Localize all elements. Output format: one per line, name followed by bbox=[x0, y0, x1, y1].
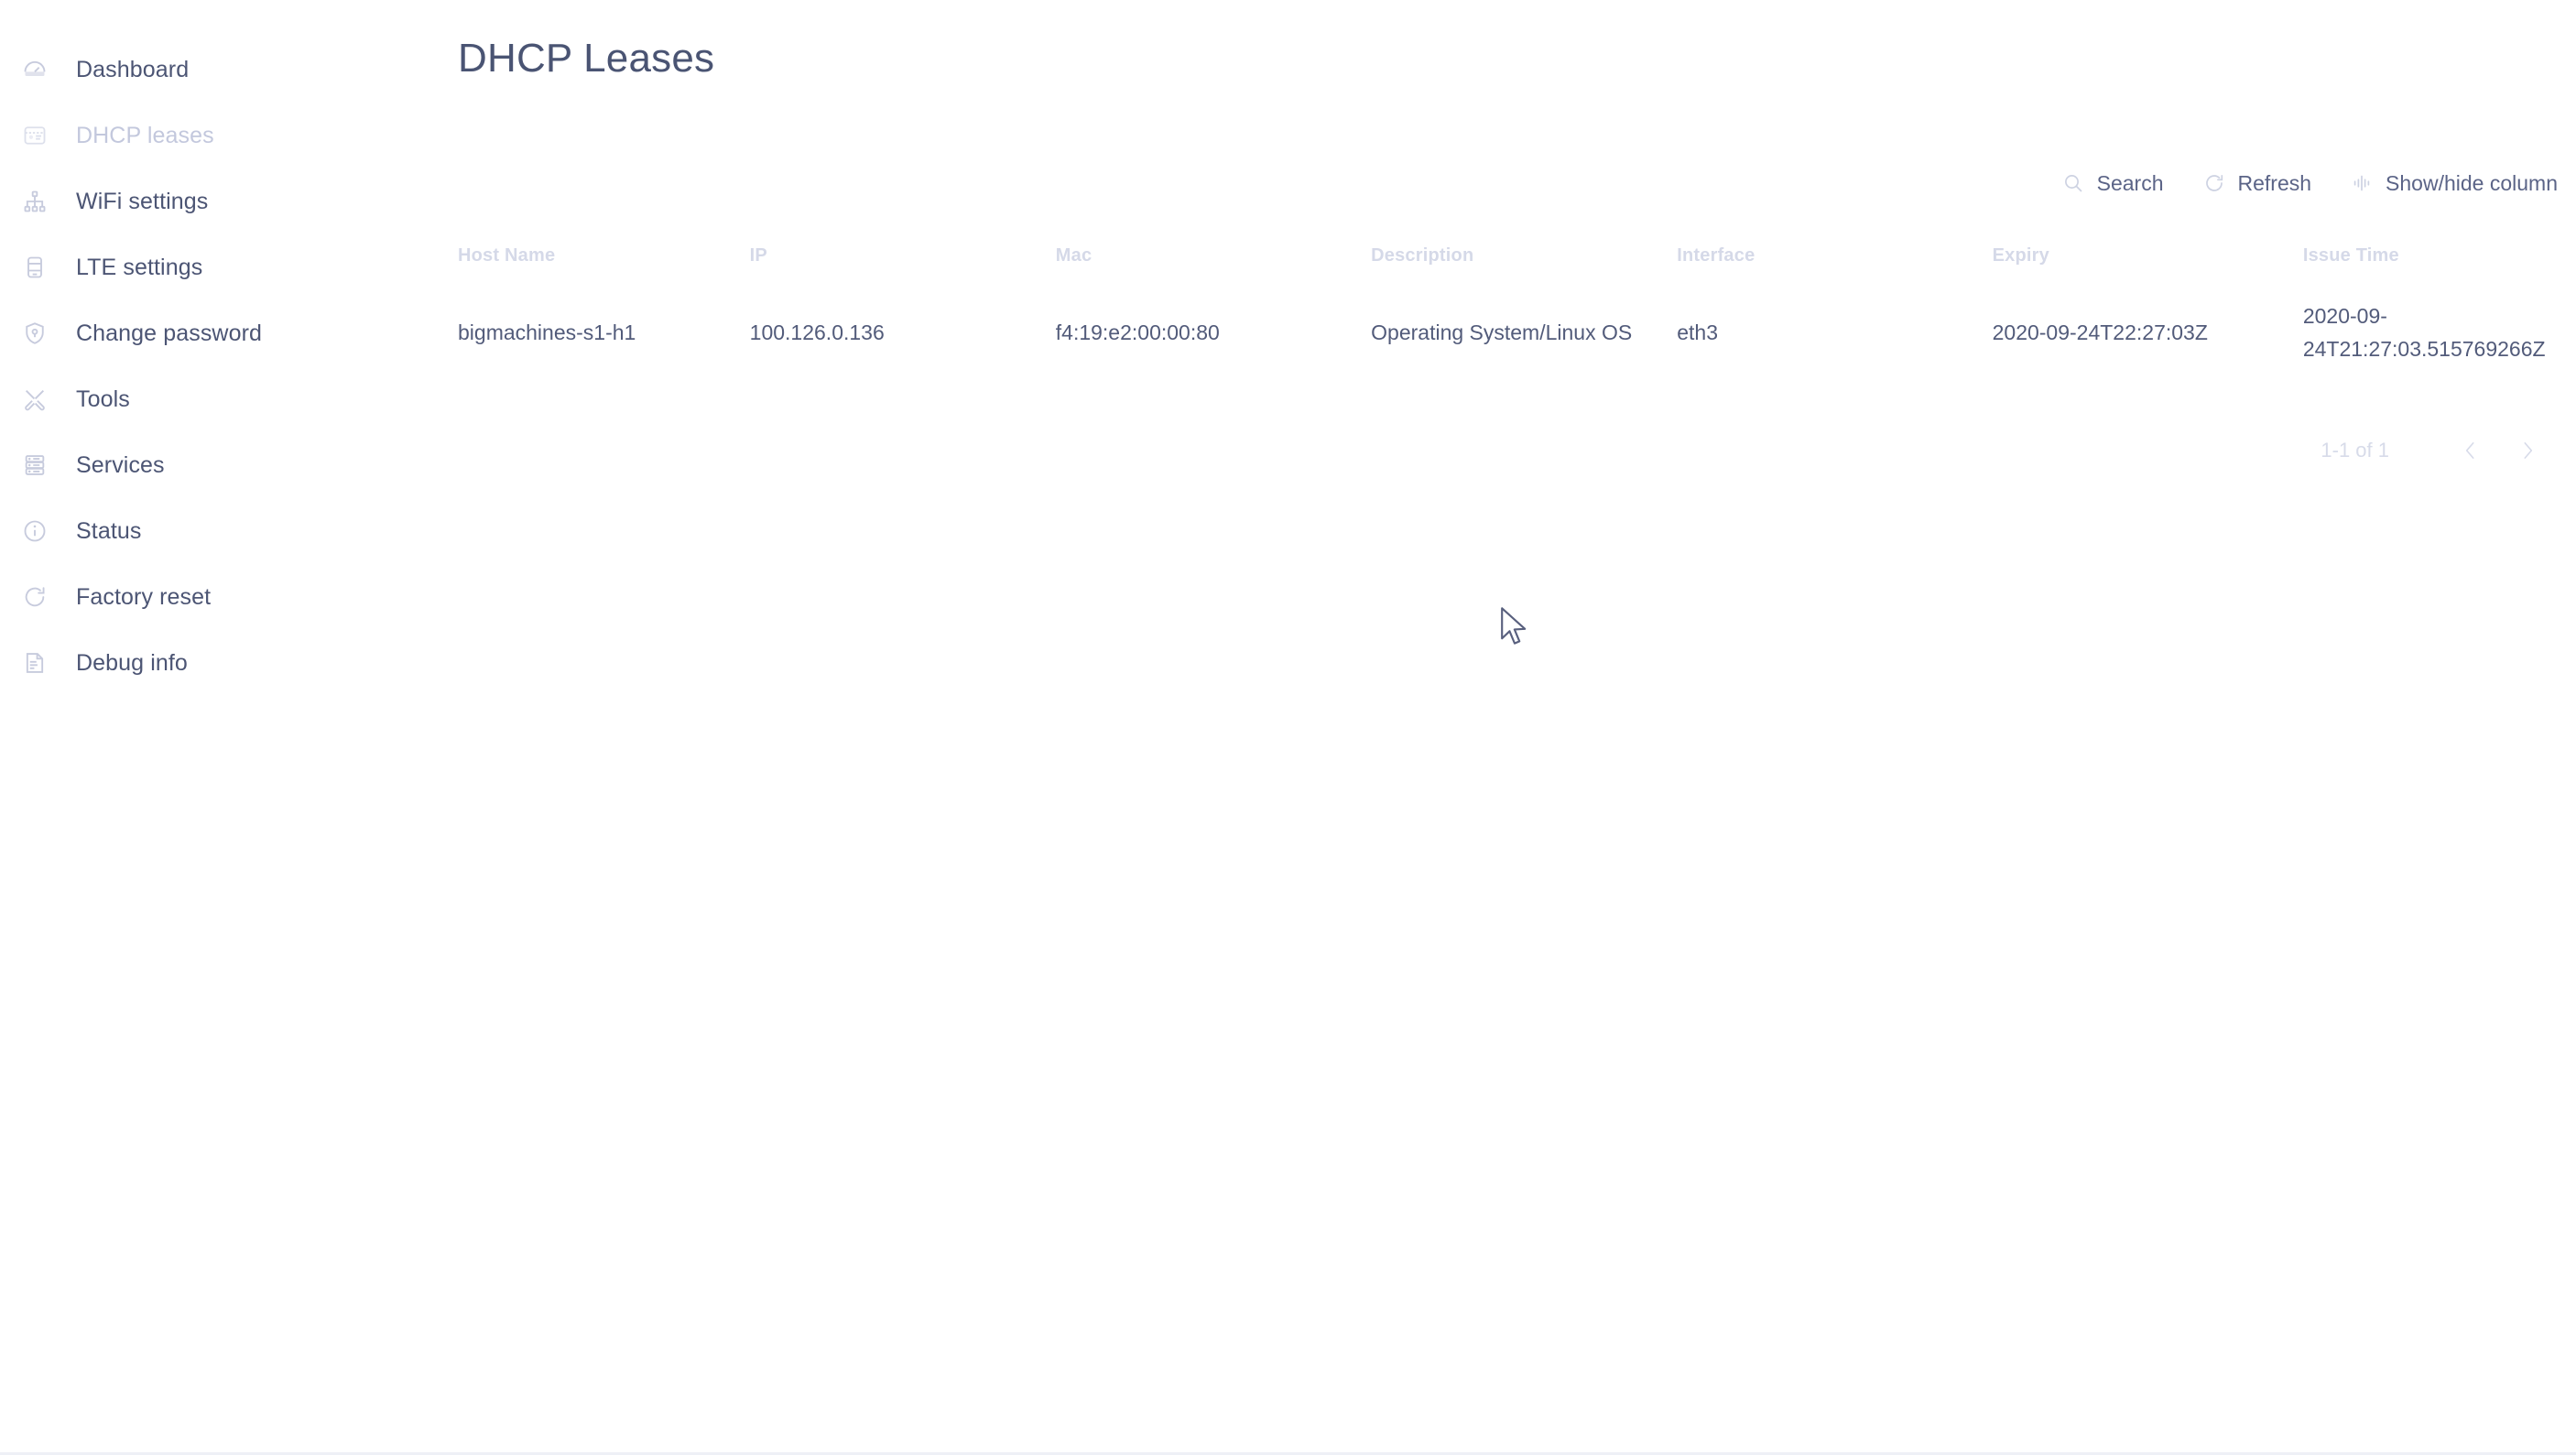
column-header-issue-time[interactable]: Issue Time bbox=[2303, 234, 2576, 277]
table-body: bigmachines-s1-h1 100.126.0.136 f4:19:e2… bbox=[458, 277, 2576, 389]
column-header-ip[interactable]: IP bbox=[750, 234, 1056, 277]
column-header-expiry[interactable]: Expiry bbox=[1993, 234, 2303, 277]
sidebar-item-label: Factory reset bbox=[76, 583, 212, 610]
page-title: DHCP Leases bbox=[458, 36, 715, 81]
sitemap-icon bbox=[18, 189, 51, 214]
cell-expiry: 2020-09-24T22:27:03Z bbox=[1992, 320, 2208, 344]
column-header-description[interactable]: Description bbox=[1371, 234, 1677, 277]
cell-host-name: bigmachines-s1-h1 bbox=[458, 320, 636, 344]
main-content: DHCP Leases Search Refresh Show/hide col… bbox=[458, 0, 2576, 1455]
sidebar-item-label: Change password bbox=[76, 320, 263, 346]
refresh-icon bbox=[2202, 171, 2226, 195]
sidebar-item-label: WiFi settings bbox=[76, 188, 209, 214]
sidebar-item-label: DHCP leases bbox=[76, 122, 214, 148]
pagination-range: 1-1 of 1 bbox=[2321, 439, 2389, 462]
app-root: Dashboard DHCP leases WiFi settings LTE … bbox=[0, 0, 2576, 1455]
chevron-left-icon bbox=[2459, 439, 2483, 462]
sidebar-item-status[interactable]: Status bbox=[0, 498, 458, 564]
cell-mac: f4:19:e2:00:00:80 bbox=[1055, 320, 1220, 344]
sidebar-item-factory-reset[interactable]: Factory reset bbox=[0, 564, 458, 630]
sidebar-item-debug-info[interactable]: Debug info bbox=[0, 630, 458, 696]
show-hide-column-label: Show/hide column bbox=[2386, 170, 2558, 195]
sidebar-item-label: Services bbox=[76, 451, 165, 478]
sidebar-item-dashboard[interactable]: Dashboard bbox=[0, 37, 458, 103]
sidebar-item-label: Debug info bbox=[76, 649, 188, 676]
sidebar-item-dhcp-leases[interactable]: DHCP leases bbox=[0, 103, 458, 168]
id-card-icon bbox=[18, 123, 51, 148]
sidebar-nav: Dashboard DHCP leases WiFi settings LTE … bbox=[0, 0, 458, 1455]
server-icon bbox=[18, 452, 51, 478]
table-row[interactable]: bigmachines-s1-h1 100.126.0.136 f4:19:e2… bbox=[458, 277, 2576, 389]
show-hide-column-button[interactable]: Show/hide column bbox=[2350, 171, 2558, 195]
info-circle-icon bbox=[18, 518, 51, 544]
shield-lock-icon bbox=[18, 320, 51, 346]
pagination-next-button[interactable] bbox=[2499, 428, 2556, 473]
sidebar-item-lte-settings[interactable]: LTE settings bbox=[0, 234, 458, 300]
debug-note-icon bbox=[18, 650, 51, 676]
cell-interface: eth3 bbox=[1677, 320, 1718, 344]
sidebar-item-change-password[interactable]: Change password bbox=[0, 300, 458, 366]
cell-ip: 100.126.0.136 bbox=[749, 320, 885, 344]
table-toolbar: Search Refresh Show/hide column bbox=[458, 165, 2576, 201]
search-button-label: Search bbox=[2096, 170, 2164, 195]
gauge-icon bbox=[18, 57, 51, 82]
leases-table-card: Search Refresh Show/hide column Host Nam… bbox=[458, 165, 2576, 473]
column-header-interface[interactable]: Interface bbox=[1677, 234, 1992, 277]
table-header-row: Host Name IP Mac Description Interface E… bbox=[458, 234, 2576, 277]
column-header-host-name[interactable]: Host Name bbox=[458, 234, 750, 277]
mobile-device-icon bbox=[18, 255, 51, 280]
pagination-prev-button[interactable] bbox=[2442, 428, 2499, 473]
columns-toggle-icon bbox=[2350, 171, 2374, 195]
sidebar-item-tools[interactable]: Tools bbox=[0, 366, 458, 432]
sidebar-item-label: Dashboard bbox=[76, 56, 190, 82]
chevron-right-icon bbox=[2516, 439, 2539, 462]
sidebar-item-label: Status bbox=[76, 517, 142, 544]
search-button[interactable]: Search bbox=[2061, 171, 2164, 195]
cell-issue-time: 2020-09-24T21:27:03.515769266Z bbox=[2302, 304, 2546, 361]
sidebar-item-wifi-settings[interactable]: WiFi settings bbox=[0, 168, 458, 234]
refresh-button-label: Refresh bbox=[2237, 170, 2312, 195]
pagination: 1-1 of 1 bbox=[458, 428, 2576, 473]
sidebar-item-label: LTE settings bbox=[76, 254, 203, 280]
cell-description: Operating System/Linux OS bbox=[1371, 320, 1633, 344]
table-header: Host Name IP Mac Description Interface E… bbox=[458, 234, 2576, 277]
sidebar-item-services[interactable]: Services bbox=[0, 432, 458, 498]
search-icon bbox=[2061, 171, 2085, 195]
sidebar-item-label: Tools bbox=[76, 385, 130, 412]
refresh-button[interactable]: Refresh bbox=[2202, 170, 2312, 195]
dhcp-leases-table: Host Name IP Mac Description Interface E… bbox=[458, 234, 2576, 389]
reset-arrow-icon bbox=[18, 584, 51, 610]
column-header-mac[interactable]: Mac bbox=[1056, 234, 1371, 277]
tools-icon bbox=[18, 386, 51, 412]
